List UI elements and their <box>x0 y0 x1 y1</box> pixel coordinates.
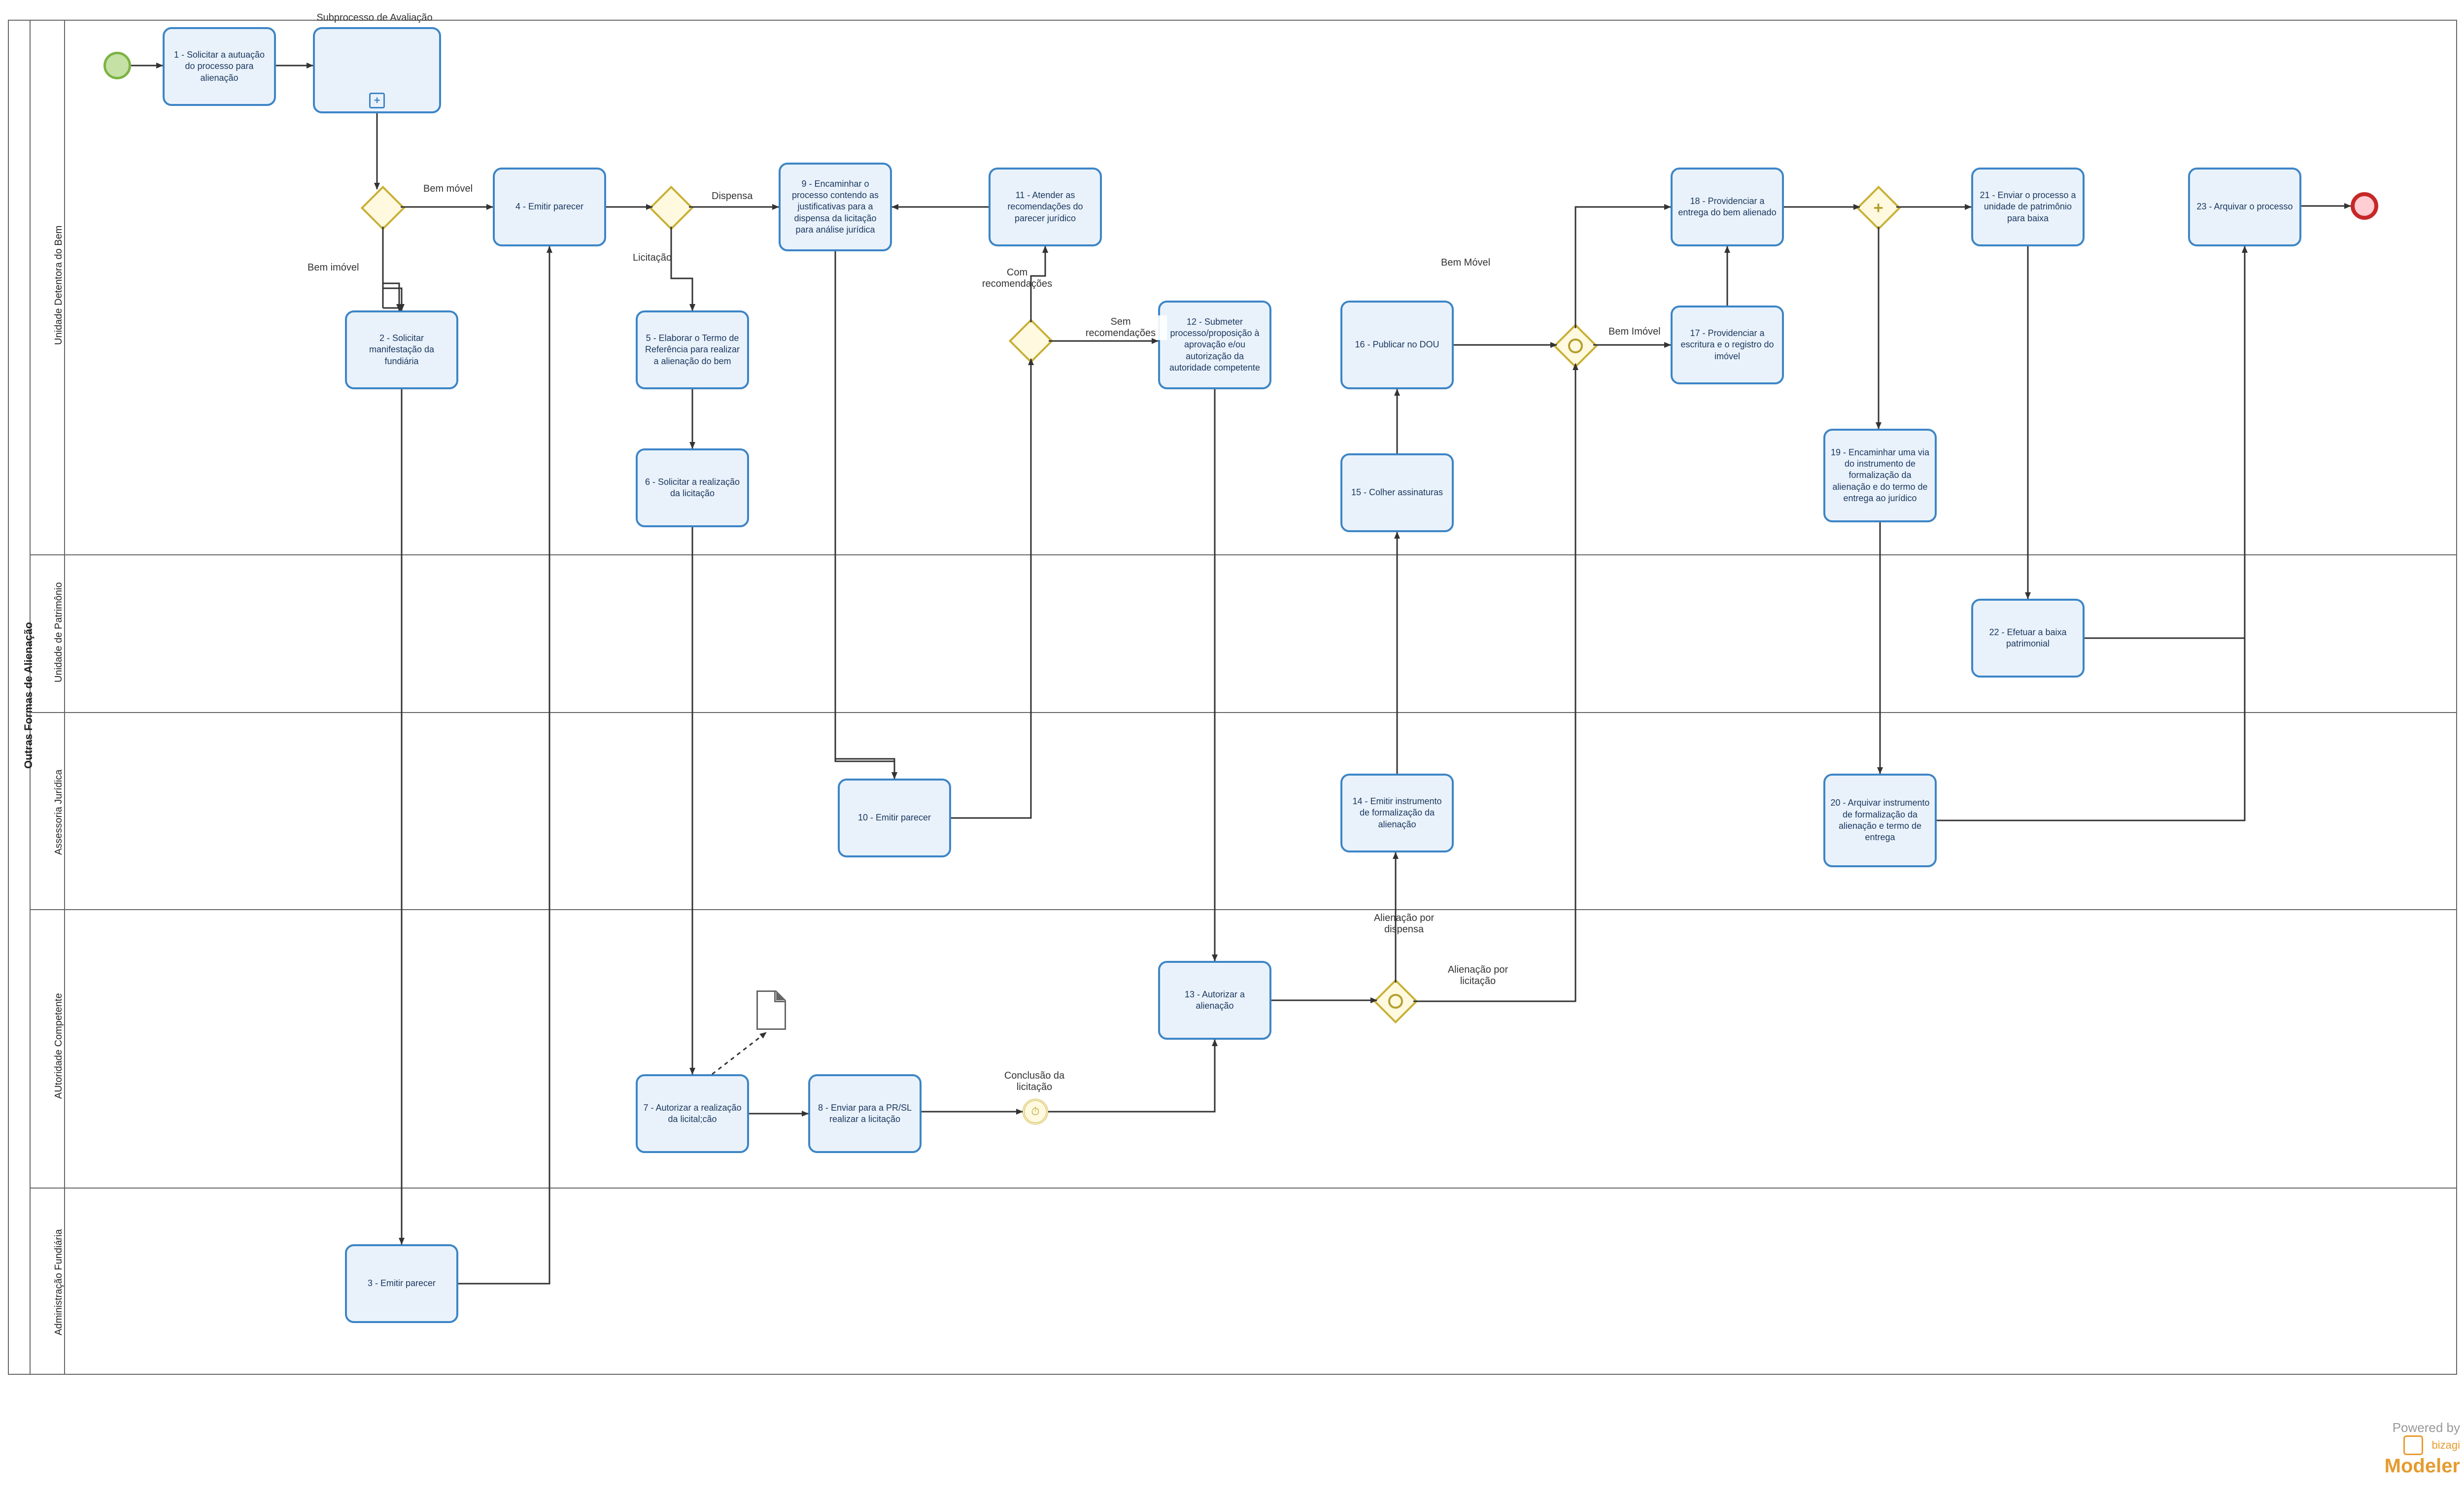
pool-label: Outras Formas de Alienação <box>22 622 35 769</box>
start-event <box>103 52 131 79</box>
task-11: 11 - Atender as recomendações do parecer… <box>989 168 1102 246</box>
intermediate-timer-conclusao: ⏱ <box>1023 1099 1048 1124</box>
lane-label-3: Assessoria Jurídica <box>53 770 65 855</box>
diagram-canvas: Outras Formas de Alienação Unidade Deten… <box>0 0 2464 1497</box>
task-14: 14 - Emitir instrumento de formalização … <box>1340 774 1454 852</box>
task-16: 16 - Publicar no DOU <box>1340 301 1454 389</box>
task-8: 8 - Enviar para a PR/SL realizar a licit… <box>808 1074 922 1153</box>
modeler-icon <box>2403 1435 2423 1455</box>
task-20: 20 - Arquivar instrumento de formalizaçã… <box>1823 774 1937 867</box>
subprocess-marker-icon: + <box>369 93 385 108</box>
end-event <box>2351 192 2378 220</box>
task-19: 19 - Encaminhar uma via do instrumento d… <box>1823 429 1937 522</box>
label-bem-movel: Bem móvel <box>421 182 475 196</box>
label-alien-licitacao: Alienação por licitação <box>1434 963 1522 988</box>
lane-label-divider <box>64 20 65 1375</box>
label-licitacao: Licitação <box>631 251 674 265</box>
task-5: 5 - Elaborar o Termo de Referência para … <box>636 310 749 389</box>
task-21: 21 - Enviar o processo a unidade de patr… <box>1971 168 2085 246</box>
lane-div-3-4 <box>30 909 2457 910</box>
label-sem-recomendacoes: Sem recomendações <box>1074 315 1167 340</box>
task-9: 9 - Encaminhar o processo contendo as ju… <box>779 163 892 251</box>
data-object-licit <box>756 990 786 1030</box>
lane-div-2-3 <box>30 712 2457 713</box>
task-18: 18 - Providenciar a entrega do bem alien… <box>1671 168 1784 246</box>
lane-div-4-5 <box>30 1188 2457 1189</box>
powered-by-prefix: Powered by <box>2385 1420 2460 1435</box>
label-conclusao: Conclusão da licitação <box>991 1069 1078 1094</box>
label-bem-imovel2: Bem Imóvel <box>1607 325 1663 339</box>
task-10: 10 - Emitir parecer <box>838 779 951 857</box>
label-com-recomendacoes: Com recomendações <box>971 266 1063 291</box>
task-2: 2 - Solicitar manifestação da fundiária <box>345 310 458 389</box>
subprocess-label: Subprocesso de Avaliação <box>310 12 439 24</box>
task-13: 13 - Autorizar a alienação <box>1158 961 1271 1040</box>
lane-label-4: AUtoridade Competente <box>53 993 65 1099</box>
task-23: 23 - Arquivar o processo <box>2188 168 2301 246</box>
task-6: 6 - Solicitar a realização da licitação <box>636 448 749 527</box>
lane-label-1: Unidade Detentora do Bem <box>53 226 65 345</box>
label-alien-dispensa: Alienação por dispensa <box>1360 912 1448 936</box>
label-bem-movel2: Bem Móvel <box>1439 256 1492 270</box>
powered-by-product: Modeler <box>2385 1455 2460 1477</box>
label-bem-imovel: Bem imóvel <box>306 261 361 274</box>
powered-by: Powered by bizagi Modeler <box>2385 1420 2460 1477</box>
lane-label-5: Administração Fundiária <box>53 1229 65 1335</box>
task-7: 7 - Autorizar a realização da licital;cã… <box>636 1074 749 1153</box>
lane-div-1-2 <box>30 554 2457 555</box>
lane-label-2: Unidade de Patrimônio <box>53 582 65 682</box>
task-15: 15 - Colher assinaturas <box>1340 453 1454 532</box>
task-4: 4 - Emitir parecer <box>493 168 606 246</box>
task-12: 12 - Submeter processo/proposição à apro… <box>1158 301 1271 389</box>
label-dispensa: Dispensa <box>710 190 754 203</box>
task-1: 1 - Solicitar a autuação do processo par… <box>163 27 276 106</box>
subprocess-avaliacao: + <box>313 27 441 113</box>
task-3: 3 - Emitir parecer <box>345 1244 458 1323</box>
powered-by-brand: bizagi <box>2432 1439 2460 1451</box>
task-22: 22 - Efetuar a baixa patrimonial <box>1971 599 2085 678</box>
task-17: 17 - Providenciar a escritura e o regist… <box>1671 306 1784 384</box>
